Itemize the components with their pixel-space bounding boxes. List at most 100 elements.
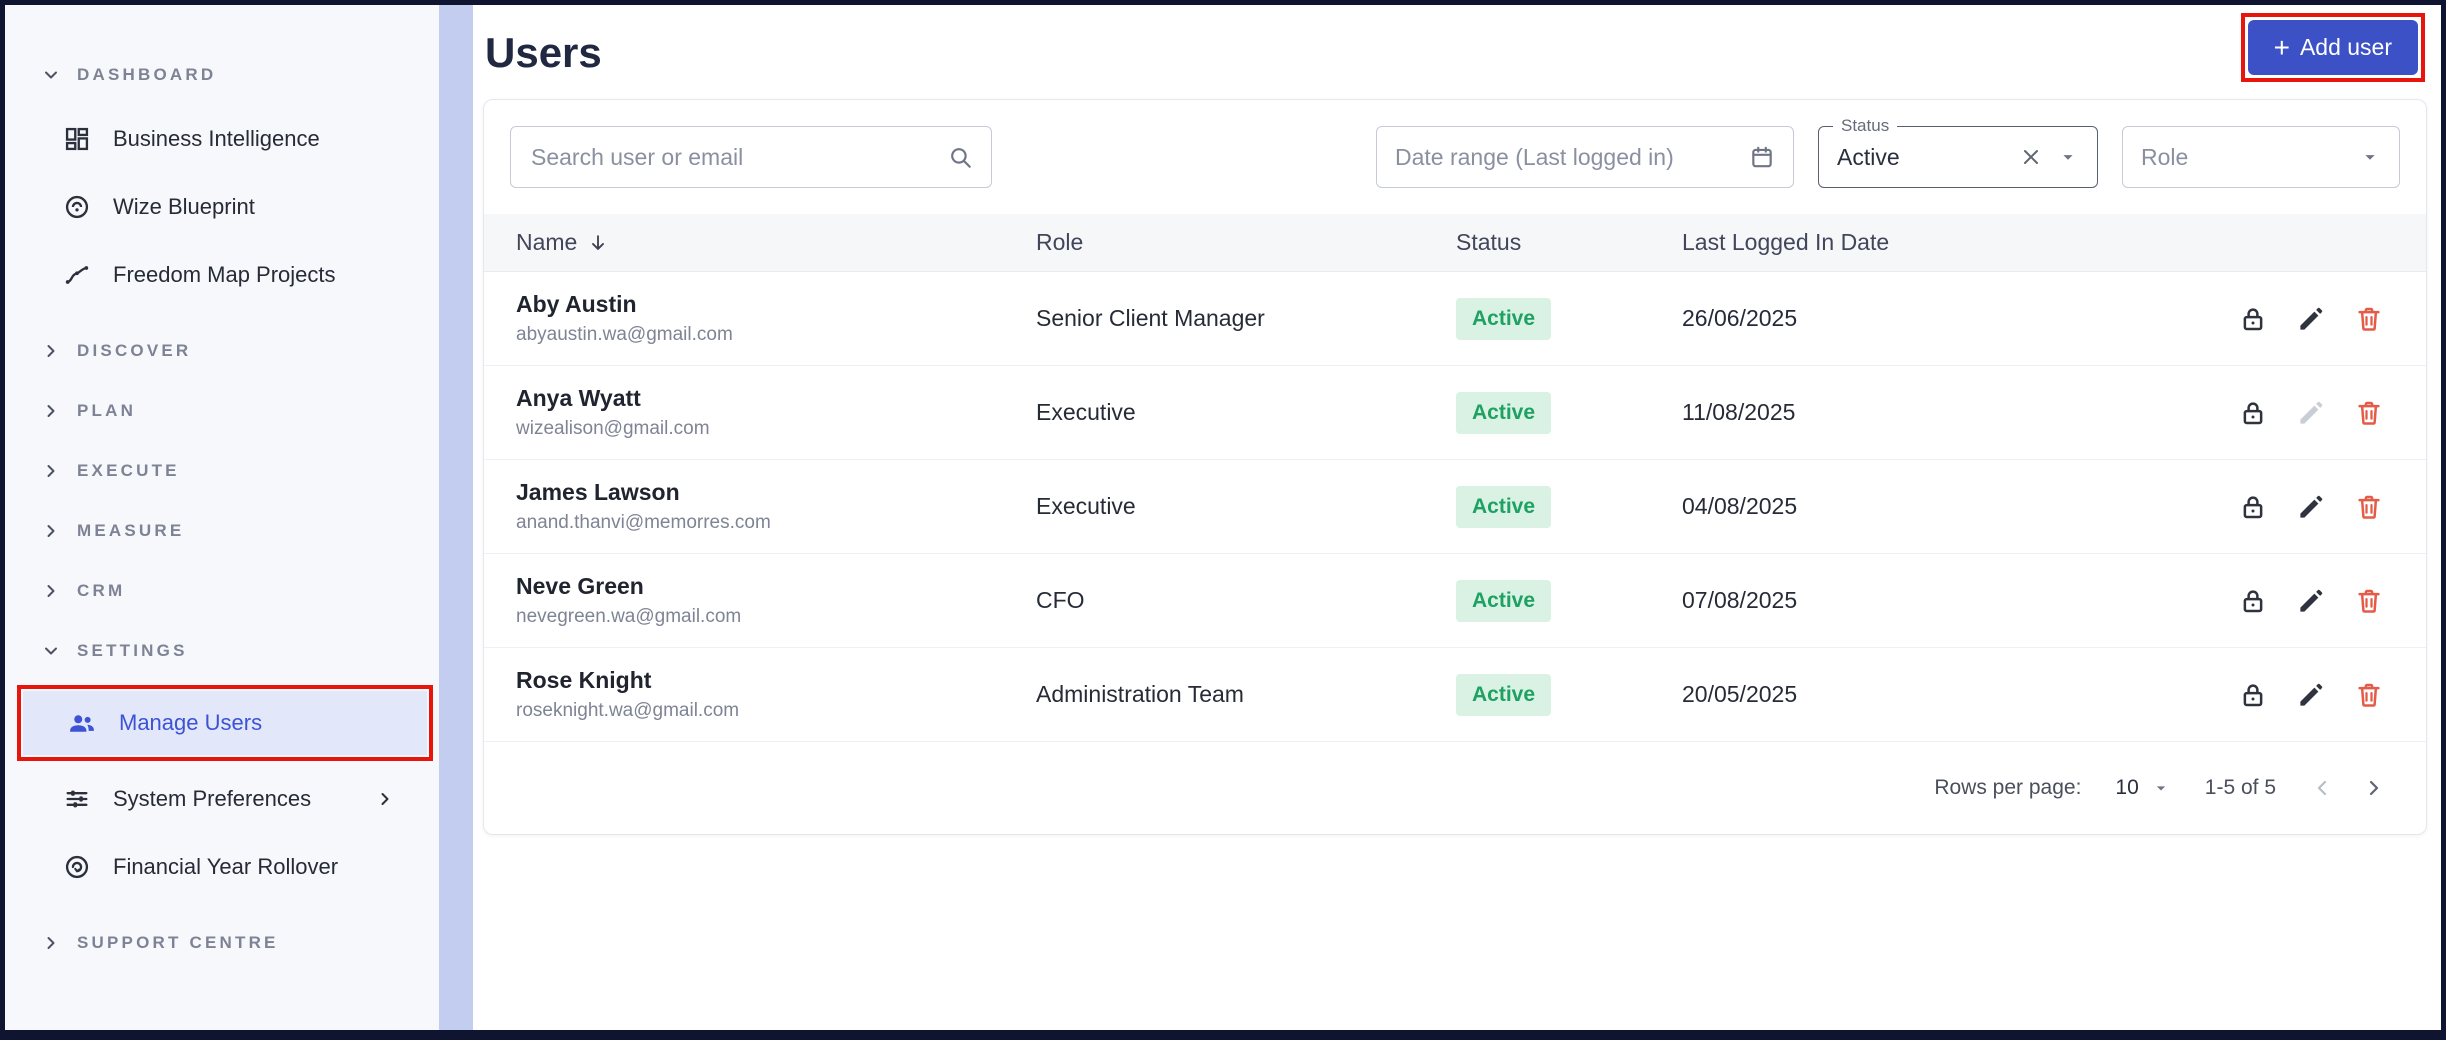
delete-icon[interactable]: [2354, 304, 2384, 334]
sidebar-section-label: MEASURE: [77, 521, 185, 540]
people-icon: [67, 708, 97, 738]
user-email: abyaustin.wa@gmail.com: [516, 324, 733, 345]
user-email: wizealison@gmail.com: [516, 418, 710, 439]
sidebar-section-discover[interactable]: DISCOVER: [5, 321, 439, 381]
lock-icon[interactable]: [2238, 586, 2268, 616]
lock-icon[interactable]: [2238, 398, 2268, 428]
status-select-label: Status: [1833, 116, 1898, 136]
sidebar-item-wize-blueprint[interactable]: Wize Blueprint: [5, 173, 439, 241]
chevron-down-icon[interactable]: [2057, 146, 2079, 168]
sidebar-section-label: PLAN: [77, 401, 137, 420]
table-row: James Lawson anand.thanvi@memorres.com E…: [484, 460, 2426, 554]
search-icon: [947, 144, 973, 170]
dashboard-grid-icon: [63, 125, 91, 153]
app-window: DASHBOARD Business Intelligence Wize Blu…: [0, 0, 2446, 1040]
sidebar-section-label: EXECUTE: [77, 461, 180, 480]
sidebar-section-dashboard[interactable]: DASHBOARD: [5, 45, 439, 105]
lock-icon[interactable]: [2238, 492, 2268, 522]
column-header-last-logged: Last Logged In Date: [1682, 229, 1890, 255]
calendar-icon: [1749, 144, 1775, 170]
column-header-role: Role: [1036, 229, 1084, 255]
sidebar-item-system-preferences[interactable]: System Preferences: [5, 765, 439, 833]
clear-icon[interactable]: [2019, 145, 2043, 169]
sidebar-item-label: Freedom Map Projects: [113, 262, 336, 287]
blueprint-icon: [63, 193, 91, 221]
user-role: Executive: [1036, 399, 1136, 425]
status-select-value: Active: [1837, 143, 1900, 170]
previous-page-icon[interactable]: [2310, 776, 2334, 800]
chevron-down-icon: [41, 641, 61, 661]
edit-icon[interactable]: [2296, 586, 2326, 616]
rows-per-page-value: 10: [2115, 776, 2139, 799]
filters-bar: Date range (Last logged in) Status Activ…: [484, 100, 2426, 188]
role-select-placeholder: Role: [2141, 143, 2189, 170]
table-row: Anya Wyatt wizealison@gmail.com Executiv…: [484, 366, 2426, 460]
edit-icon-disabled[interactable]: [2296, 398, 2326, 428]
sidebar-section-crm[interactable]: CRM: [5, 561, 439, 621]
chevron-down-icon[interactable]: [2359, 146, 2381, 168]
lock-icon[interactable]: [2238, 304, 2268, 334]
sidebar-accent-strip: [439, 5, 473, 1030]
sidebar-item-label: Manage Users: [119, 710, 263, 735]
annotation-box-add-user: + Add user: [2240, 13, 2425, 82]
user-role: Administration Team: [1036, 681, 1244, 707]
delete-icon[interactable]: [2354, 680, 2384, 710]
users-card: Date range (Last logged in) Status Activ…: [483, 99, 2427, 835]
chevron-right-icon: [41, 401, 61, 421]
sidebar-section-support-centre[interactable]: SUPPORT CENTRE: [5, 913, 439, 973]
pagination-range: 1-5 of 5: [2204, 776, 2276, 799]
chevron-down-icon: [41, 65, 61, 85]
sort-descending-icon: [587, 232, 609, 254]
sidebar-item-label: Financial Year Rollover: [113, 854, 339, 879]
add-user-button[interactable]: + Add user: [2247, 20, 2418, 75]
add-user-label: Add user: [2299, 34, 2392, 60]
table-row: Neve Green nevegreen.wa@gmail.com CFO Ac…: [484, 554, 2426, 648]
last-logged-date: 07/08/2025: [1682, 587, 1798, 613]
date-range-field[interactable]: Date range (Last logged in): [1376, 126, 1794, 188]
search-input[interactable]: [511, 127, 933, 187]
user-email: roseknight.wa@gmail.com: [516, 700, 740, 721]
delete-icon[interactable]: [2354, 492, 2384, 522]
lock-icon[interactable]: [2238, 680, 2268, 710]
sidebar-item-financial-year-rollover[interactable]: Financial Year Rollover: [5, 833, 439, 901]
sidebar-item-label: Business Intelligence: [113, 126, 320, 151]
chevron-right-icon: [41, 933, 61, 953]
sidebar-section-label: SETTINGS: [77, 641, 188, 660]
delete-icon[interactable]: [2354, 398, 2384, 428]
annotation-box-manage-users: Manage Users: [17, 685, 433, 761]
edit-icon[interactable]: [2296, 304, 2326, 334]
rows-per-page-select[interactable]: 10: [2115, 776, 2170, 800]
column-header-name[interactable]: Name: [484, 229, 1036, 256]
rows-per-page-label: Rows per page:: [1934, 776, 2082, 799]
last-logged-date: 20/05/2025: [1682, 681, 1798, 707]
user-role: Executive: [1036, 493, 1136, 519]
chevron-right-icon: [41, 521, 61, 541]
next-page-icon[interactable]: [2362, 776, 2386, 800]
table-row: Aby Austin abyaustin.wa@gmail.com Senior…: [484, 272, 2426, 366]
user-name: James Lawson: [516, 479, 680, 505]
role-select[interactable]: Role: [2122, 126, 2400, 188]
sidebar-section-label: SUPPORT CENTRE: [77, 933, 279, 952]
user-role: CFO: [1036, 587, 1085, 613]
page-title: Users: [485, 29, 602, 76]
sidebar-section-execute[interactable]: EXECUTE: [5, 441, 439, 501]
sidebar-item-business-intelligence[interactable]: Business Intelligence: [5, 105, 439, 173]
main-content: Users + Add user Date range (Last logged…: [473, 5, 2441, 1030]
user-email: nevegreen.wa@gmail.com: [516, 606, 742, 627]
sidebar-section-label: CRM: [77, 581, 126, 600]
sidebar-item-label: System Preferences: [113, 786, 312, 811]
edit-icon[interactable]: [2296, 680, 2326, 710]
sidebar-item-manage-users[interactable]: Manage Users: [23, 691, 427, 755]
date-range-placeholder: Date range (Last logged in): [1395, 143, 1674, 170]
sidebar-item-freedom-map-projects[interactable]: Freedom Map Projects: [5, 241, 439, 309]
sidebar-section-measure[interactable]: MEASURE: [5, 501, 439, 561]
sidebar-section-plan[interactable]: PLAN: [5, 381, 439, 441]
status-badge: Active: [1456, 297, 1552, 340]
search-field[interactable]: [510, 126, 992, 188]
edit-icon[interactable]: [2296, 492, 2326, 522]
delete-icon[interactable]: [2354, 586, 2384, 616]
sidebar-section-settings[interactable]: SETTINGS: [5, 621, 439, 681]
status-select[interactable]: Status Active: [1818, 116, 2098, 188]
